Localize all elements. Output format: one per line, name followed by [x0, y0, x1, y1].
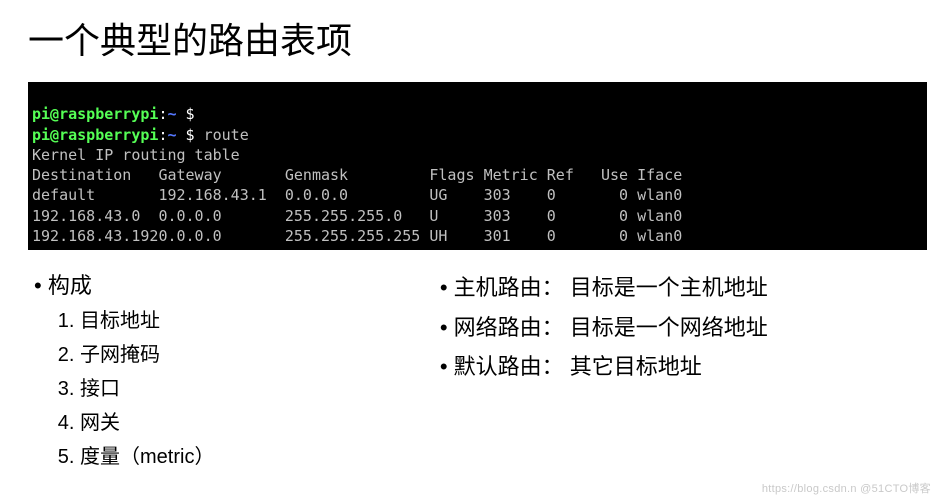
row-cell: wlan0	[637, 186, 682, 204]
route-type-line: • 主机路由： 目标是一个主机地址	[434, 268, 921, 308]
col-dest: Destination	[32, 166, 158, 184]
row-cell: 0	[601, 207, 637, 225]
col-use: Use	[601, 166, 637, 184]
row-cell: 0.0.0.0	[158, 207, 284, 225]
prompt-dollar: $	[186, 126, 195, 144]
watermark-text: https://blog.csdn.n @51CTO博客	[762, 480, 931, 496]
row-cell: 0.0.0.0	[285, 186, 430, 204]
row-cell: 0	[601, 227, 637, 245]
route-type-line: • 网络路由： 目标是一个网络地址	[434, 308, 921, 348]
row-cell: 0	[601, 186, 637, 204]
row-cell: 303	[484, 186, 547, 204]
prompt-user: pi@raspberrypi	[32, 105, 158, 123]
content-row: • 构成 目标地址 子网掩码 接口 网关 度量（metric） • 主机路由： …	[0, 250, 941, 474]
row-cell: wlan0	[637, 207, 682, 225]
row-cell: UH	[429, 227, 483, 245]
row-cell: UG	[429, 186, 483, 204]
col-ref: Ref	[547, 166, 601, 184]
row-cell: 0	[547, 207, 601, 225]
list-item: 子网掩码	[80, 338, 430, 372]
prompt-user: pi@raspberrypi	[32, 126, 158, 144]
right-column: • 主机路由： 目标是一个主机地址 • 网络路由： 目标是一个网络地址 • 默认…	[430, 268, 921, 474]
kernel-header: Kernel IP routing table	[32, 146, 240, 164]
components-header: • 构成	[28, 268, 430, 300]
row-cell: 0	[547, 227, 601, 245]
prompt-path: ~	[167, 105, 185, 123]
row-cell: 0	[547, 186, 601, 204]
row-cell: 0.0.0.0	[158, 227, 284, 245]
row-cell: 192.168.43.192	[32, 227, 158, 245]
col-flags: Flags	[429, 166, 483, 184]
col-metric: Metric	[484, 166, 547, 184]
list-item: 度量（metric）	[80, 440, 430, 474]
page-title: 一个典型的路由表项	[0, 0, 941, 82]
components-list: 目标地址 子网掩码 接口 网关 度量（metric）	[28, 304, 430, 474]
col-gw: Gateway	[158, 166, 284, 184]
route-type-line: • 默认路由： 其它目标地址	[434, 347, 921, 387]
col-iface: Iface	[637, 166, 682, 184]
row-cell: wlan0	[637, 227, 682, 245]
list-item: 目标地址	[80, 304, 430, 338]
list-item: 网关	[80, 406, 430, 440]
row-cell: 301	[484, 227, 547, 245]
row-cell: 192.168.43.0	[32, 207, 158, 225]
col-mask: Genmask	[285, 166, 430, 184]
row-cell: 192.168.43.1	[158, 186, 284, 204]
prompt-dollar: $	[186, 105, 195, 123]
prompt-path: ~	[167, 126, 185, 144]
left-column: • 构成 目标地址 子网掩码 接口 网关 度量（metric）	[28, 268, 430, 474]
list-item: 接口	[80, 372, 430, 406]
row-cell: U	[429, 207, 483, 225]
row-cell: 255.255.255.0	[285, 207, 430, 225]
row-cell: 303	[484, 207, 547, 225]
row-cell: 255.255.255.255	[285, 227, 430, 245]
terminal-block: pi@raspberrypi:~ $ pi@raspberrypi:~ $ ro…	[28, 82, 927, 250]
command-text: route	[195, 126, 249, 144]
row-cell: default	[32, 186, 158, 204]
